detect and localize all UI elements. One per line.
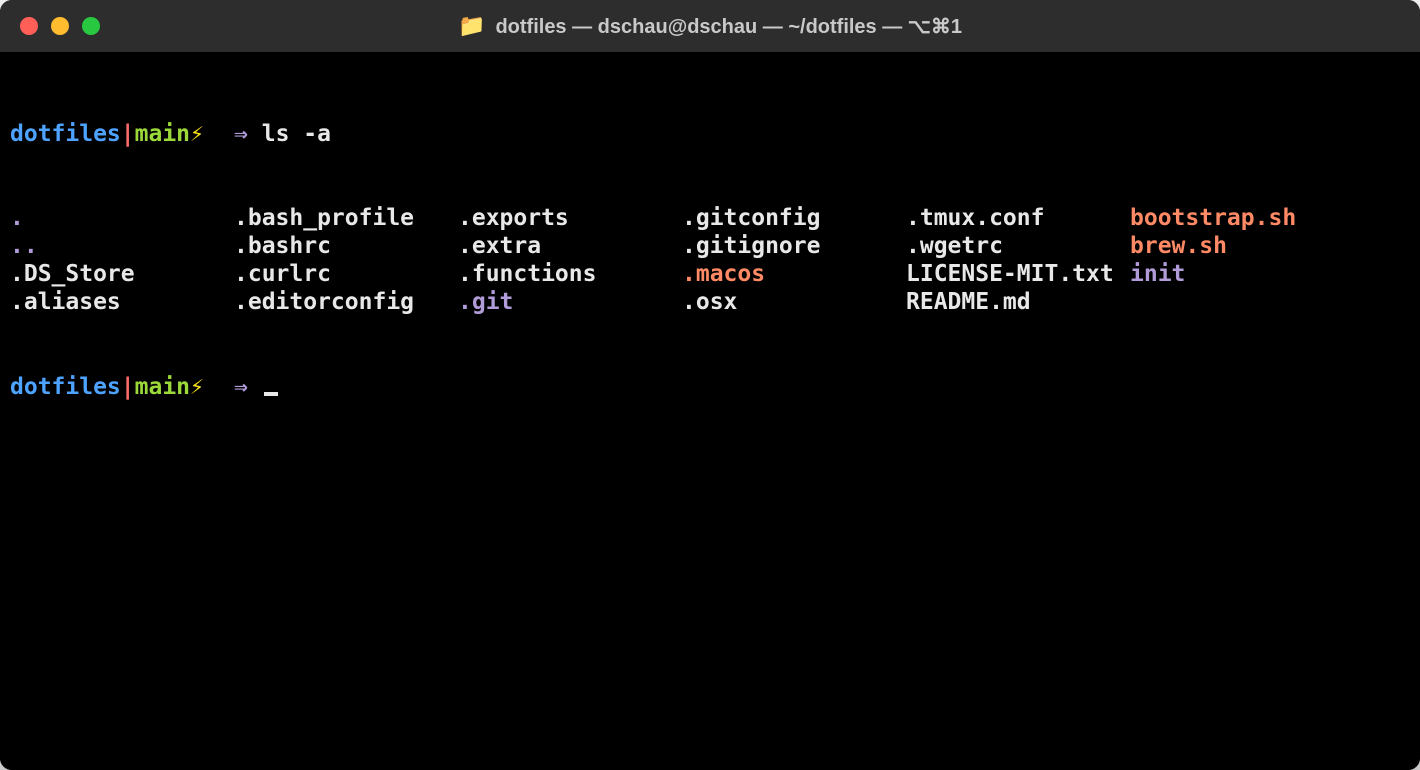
ls-item: .curlrc (234, 260, 458, 288)
ls-item: .. (10, 232, 234, 260)
minimize-button[interactable] (51, 17, 69, 35)
prompt-branch: main (135, 374, 190, 400)
prompt-sep: | (121, 121, 135, 147)
ls-item: .extra (458, 232, 682, 260)
ls-item: bootstrap.sh (1130, 204, 1354, 232)
prompt-arrow: ⇒ (234, 121, 248, 147)
terminal-body[interactable]: dotfiles|main⚡⇒ ls -a ..bash_profile.exp… (0, 52, 1420, 770)
ls-item: .DS_Store (10, 260, 234, 288)
ls-item: README.md (906, 288, 1130, 316)
prompt-dir: dotfiles (10, 121, 121, 147)
terminal-window: 📁 dotfiles — dschau@dschau — ~/dotfiles … (0, 0, 1420, 770)
prompt-line-2: dotfiles|main⚡ ⇒ (10, 373, 1410, 401)
prompt-sep: | (121, 374, 135, 400)
ls-item: .git (458, 288, 682, 316)
window-title: 📁 dotfiles — dschau@dschau — ~/dotfiles … (458, 14, 962, 39)
folder-icon: 📁 (458, 15, 485, 37)
ls-item: brew.sh (1130, 232, 1354, 260)
ls-item: .bashrc (234, 232, 458, 260)
ls-item: . (10, 204, 234, 232)
ls-item: .editorconfig (234, 288, 458, 316)
ls-item: .gitconfig (682, 204, 906, 232)
titlebar: 📁 dotfiles — dschau@dschau — ~/dotfiles … (0, 0, 1420, 52)
prompt-arrow: ⇒ (234, 374, 248, 400)
ls-item: .exports (458, 204, 682, 232)
ls-row: ..bash_profile.exports.gitconfig.tmux.co… (10, 204, 1410, 232)
prompt-branch: main (135, 121, 190, 147)
ls-row: ...bashrc.extra.gitignore.wgetrcbrew.sh (10, 232, 1410, 260)
ls-row: .DS_Store.curlrc.functions.macosLICENSE-… (10, 260, 1410, 288)
ls-item: LICENSE-MIT.txt (906, 260, 1130, 288)
window-title-text: dotfiles — dschau@dschau — ~/dotfiles — … (495, 14, 962, 39)
ls-item: .functions (458, 260, 682, 288)
maximize-button[interactable] (82, 17, 100, 35)
traffic-lights (0, 17, 100, 35)
cursor (264, 392, 278, 396)
lightning-icon: ⚡ (190, 374, 204, 400)
ls-item: .wgetrc (906, 232, 1130, 260)
command-text: ls -a (262, 121, 331, 147)
ls-item: .bash_profile (234, 204, 458, 232)
ls-item: .aliases (10, 288, 234, 316)
close-button[interactable] (20, 17, 38, 35)
prompt-dir: dotfiles (10, 374, 121, 400)
ls-item: init (1130, 260, 1354, 288)
lightning-icon: ⚡ (190, 121, 204, 147)
ls-item: .macos (682, 260, 906, 288)
ls-item: .tmux.conf (906, 204, 1130, 232)
prompt-line-1: dotfiles|main⚡ ⇒ ls -a (10, 120, 1410, 148)
ls-item: .osx (682, 288, 906, 316)
ls-item: .gitignore (682, 232, 906, 260)
ls-output: ..bash_profile.exports.gitconfig.tmux.co… (10, 204, 1410, 316)
ls-row: .aliases.editorconfig.git.osxREADME.md (10, 288, 1410, 316)
